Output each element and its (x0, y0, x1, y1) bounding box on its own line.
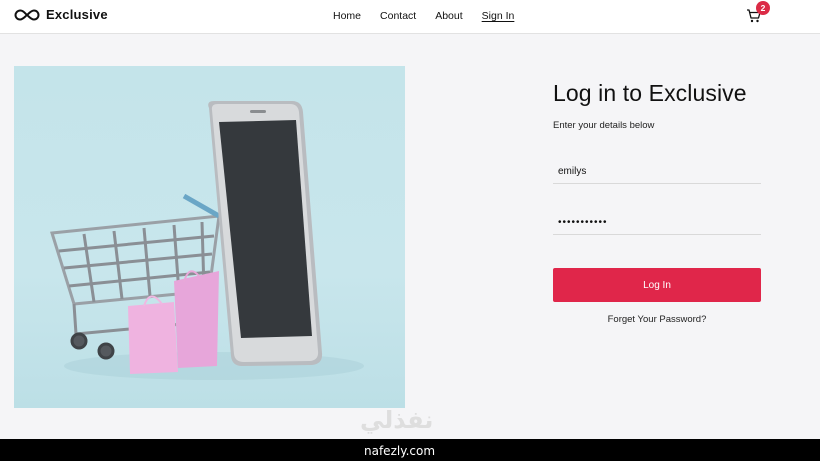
main-nav: Home Contact About Sign In (333, 10, 514, 22)
log-in-button[interactable]: Log In (553, 268, 761, 302)
login-form: Log in to Exclusive Enter your details b… (553, 80, 763, 325)
login-subtitle: Enter your details below (553, 120, 655, 131)
shopping-bags-illustration (128, 270, 219, 374)
watermark-domain-text: nafezly.com (364, 444, 436, 458)
nav-home-link[interactable]: Home (333, 10, 361, 22)
top-navbar: Exclusive Home Contact About Sign In 2 (0, 0, 820, 34)
nav-about-link[interactable]: About (435, 10, 462, 22)
login-title: Log in to Exclusive (553, 80, 747, 106)
infinity-icon (14, 8, 40, 22)
brand-logo[interactable]: Exclusive (14, 7, 108, 22)
brand-name: Exclusive (46, 7, 108, 22)
username-input[interactable] (553, 160, 761, 184)
nav-contact-link[interactable]: Contact (380, 10, 416, 22)
smartphone-illustration (208, 101, 323, 366)
nav-sign-in-link[interactable]: Sign In (482, 10, 515, 22)
password-input[interactable] (553, 211, 761, 235)
cart-count-badge: 2 (756, 1, 770, 15)
watermark-arabic-text: نفذلي (360, 406, 434, 434)
forgot-password-link[interactable]: Forget Your Password? (553, 314, 761, 325)
hero-image (14, 66, 405, 408)
